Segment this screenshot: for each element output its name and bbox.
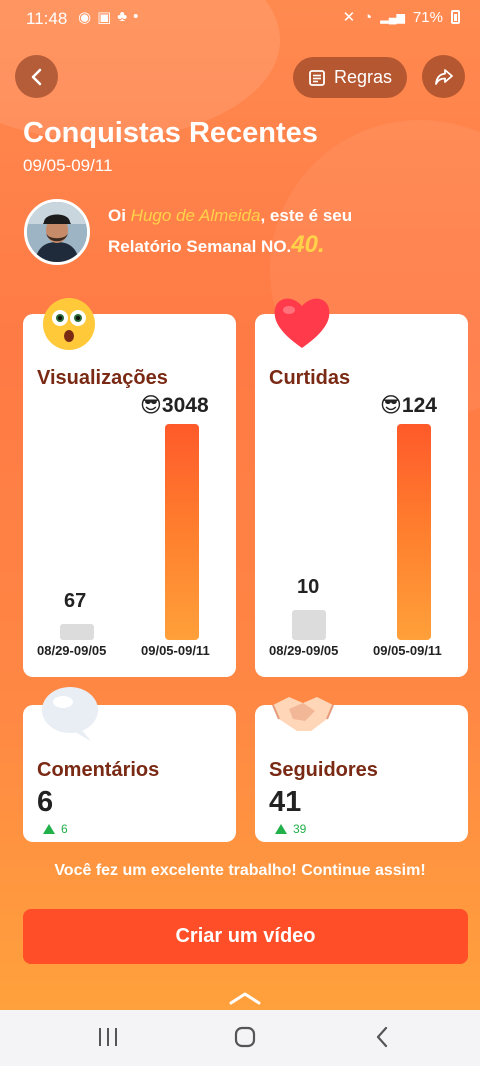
comments-label: Comentários [37, 759, 160, 781]
rules-button[interactable]: Regras [293, 57, 407, 98]
system-icons: ✕ ◔ ▂▄▆ 71% [343, 8, 460, 26]
home-icon[interactable] [232, 1024, 258, 1050]
likes-current-bar [397, 424, 431, 640]
share-button[interactable] [422, 55, 465, 98]
likes-previous-period: 08/29-09/05 [269, 643, 339, 658]
likes-current-period: 09/05-09/11 [373, 643, 442, 658]
greeting-line-1: Oi Hugo de Almeida, este é seu [108, 201, 352, 230]
share-icon [434, 68, 453, 85]
user-name: Hugo de Almeida [130, 206, 261, 225]
handshake-icon [272, 697, 334, 731]
likes-previous-bar [292, 610, 326, 640]
chevron-up-icon[interactable] [228, 990, 262, 1006]
arrow-up-icon [43, 824, 55, 834]
signal-icon: ▂▄▆ [380, 11, 405, 24]
gallery-icon: ▣ [97, 9, 112, 26]
app-icon: ♣ [117, 8, 128, 25]
cool-emoji-icon: 😎 [380, 394, 402, 417]
report-number: 40 [291, 231, 318, 258]
document-icon [309, 69, 325, 86]
views-label: Visualizações [37, 367, 168, 389]
views-previous-bar [60, 624, 94, 640]
comments-value: 6 [37, 786, 54, 818]
views-current-value: 😎3048 [140, 393, 209, 418]
speech-bubble-icon [42, 687, 98, 741]
report-number-end: . [317, 231, 325, 258]
battery-icon [451, 10, 460, 24]
followers-card: Seguidores 41 39 [255, 697, 468, 842]
dot-icon: • [133, 8, 139, 25]
greeting-suffix: , este é seu [260, 206, 353, 225]
rules-label: Regras [333, 67, 393, 87]
followers-delta-text: 39 [293, 822, 307, 836]
recent-apps-icon[interactable] [97, 1024, 119, 1050]
wifi-icon: ◔ [363, 8, 373, 26]
date-range: 09/05-09/11 [23, 156, 113, 175]
notification-icons: ◉ ▣ ♣ • [78, 8, 138, 26]
battery-label: 71% [412, 8, 443, 26]
greeting-prefix: Oi [108, 206, 131, 225]
create-video-button[interactable]: Criar um vídeo [23, 909, 468, 964]
comments-delta-text: 6 [61, 822, 68, 836]
views-current-period: 09/05-09/11 [141, 643, 210, 658]
greeting-line-2: Relatório Semanal NO.40. [108, 230, 352, 261]
weekly-greeting: Oi Hugo de Almeida, este é seu Relatório… [108, 201, 352, 261]
likes-card: Curtidas 😎124 10 08/29-09/05 09/05-09/11 [255, 298, 468, 677]
views-previous-period: 08/29-09/05 [37, 643, 107, 658]
surprised-emoji-icon [43, 298, 95, 350]
comments-delta: 6 [43, 822, 68, 836]
mute-icon: ✕ [342, 9, 356, 26]
views-card: Visualizações 😎3048 67 08/29-09/05 09/05… [23, 298, 236, 677]
report-label: Relatório Semanal NO. [108, 237, 292, 256]
views-current-text: 3048 [161, 394, 209, 417]
back-nav-icon[interactable] [372, 1024, 392, 1050]
likes-previous-value: 10 [297, 576, 320, 598]
report-screen: 11:48 ◉ ▣ ♣ • ✕ ◔ ▂▄▆ 71% Regras Conquis… [0, 0, 480, 1010]
likes-current-text: 124 [401, 394, 437, 417]
followers-label: Seguidores [269, 759, 378, 781]
page-title: Conquistas Recentes [23, 117, 318, 149]
avatar [24, 199, 90, 265]
views-previous-value: 67 [64, 590, 87, 612]
likes-current-value: 😎124 [380, 393, 437, 418]
encouragement-message: Você fez um excelente trabalho! Continue… [54, 862, 426, 879]
status-time: 11:48 [26, 9, 68, 28]
cool-emoji-icon: 😎 [140, 394, 162, 417]
followers-delta: 39 [275, 822, 306, 836]
chevron-left-icon [31, 68, 41, 85]
arrow-up-icon [275, 824, 287, 834]
views-current-bar [165, 424, 199, 640]
followers-value: 41 [269, 786, 302, 818]
status-bar: 11:48 ◉ ▣ ♣ • ✕ ◔ ▂▄▆ 71% [0, 0, 480, 36]
system-navigation-bar [0, 1010, 480, 1066]
heart-icon [274, 298, 330, 348]
likes-label: Curtidas [269, 367, 351, 389]
comments-card: Comentários 6 6 [23, 687, 236, 842]
back-button[interactable] [15, 55, 58, 98]
avatar-image [27, 202, 87, 262]
whatsapp-icon: ◉ [78, 9, 92, 26]
